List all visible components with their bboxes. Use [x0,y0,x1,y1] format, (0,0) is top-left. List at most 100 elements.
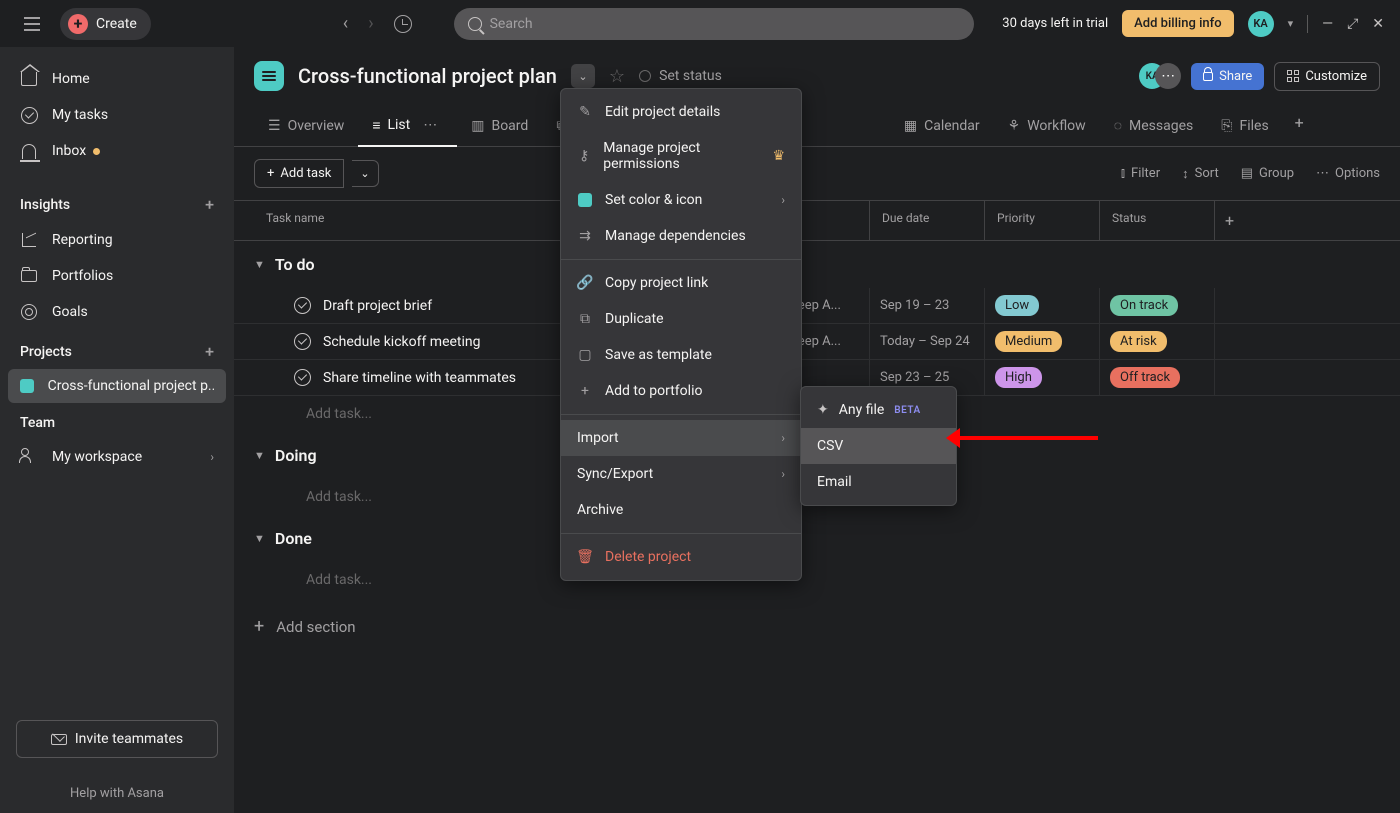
sidebar-portfolios[interactable]: Portfolios [0,258,234,294]
menu-permissions[interactable]: ⚷Manage project permissions♛ [561,130,801,182]
import-csv[interactable]: CSV [801,428,956,464]
tab-files[interactable]: ⎘Files [1207,105,1282,146]
sort-button[interactable]: ↕Sort [1182,166,1219,182]
share-button[interactable]: Share [1191,63,1264,90]
invite-button[interactable]: Invite teammates [16,720,218,758]
status-badge: At risk [1110,331,1167,352]
add-task-button[interactable]: + Add task [254,159,344,188]
import-email[interactable]: Email [801,464,956,500]
complete-toggle[interactable] [294,333,311,350]
section-done[interactable]: ▼Done [234,515,1400,562]
tab-messages[interactable]: ◌Messages [1100,105,1208,146]
collapse-icon[interactable]: ⤢ [1347,16,1358,32]
tab-list[interactable]: ≡List⋯ [358,105,457,147]
sidebar-goals[interactable]: Goals [0,294,234,330]
chevron-right-icon: › [210,450,214,464]
sidebar-label: Inbox [52,143,86,159]
star-icon[interactable]: ☆ [609,66,625,87]
tab-workflow[interactable]: ⚘Workflow [994,105,1100,146]
tab-overview[interactable]: ☰Overview [254,105,358,146]
calendar-icon: ▦ [904,118,917,134]
col-status: Status [1099,201,1214,240]
beta-badge: BETA [894,405,920,416]
home-icon [21,72,37,86]
add-tab[interactable]: + [1283,105,1316,146]
add-section-button[interactable]: +Add section [234,598,1400,655]
more-members[interactable]: ⋯ [1155,63,1181,89]
search-icon [468,17,482,31]
list-icon: ≡ [372,117,380,134]
task-row[interactable]: Schedule kickoff meeting arandeep A... T… [234,324,1400,360]
sidebar-inbox[interactable]: Inbox [0,133,234,169]
filter-button[interactable]: ⫾Filter [1121,166,1160,182]
add-column[interactable]: + [1214,201,1254,240]
user-avatar[interactable]: KA [1248,11,1274,37]
task-name: Draft project brief [323,298,432,314]
create-button[interactable]: + Create [60,8,151,40]
bell-icon [22,144,36,159]
sidebar-workspace[interactable]: My workspace› [0,439,234,475]
set-status-button[interactable]: Set status [639,68,722,84]
complete-toggle[interactable] [294,369,311,386]
tab-board[interactable]: ▥Board [457,105,542,146]
sidebar-label: Reporting [52,232,113,248]
back-button[interactable]: ‹ [343,13,348,34]
menu-color[interactable]: Set color & icon› [561,182,801,218]
tab-calendar[interactable]: ▦Calendar [890,105,994,146]
status-cell[interactable]: Off track [1099,360,1214,395]
help-link[interactable]: Help with Asana [0,774,234,813]
sidebar-home[interactable]: Home [0,61,234,97]
priority-cell[interactable]: High [984,360,1099,395]
sidebar-reporting[interactable]: Reporting [0,222,234,258]
menu-toggle[interactable] [16,8,48,40]
priority-cell[interactable]: Low [984,288,1099,323]
col-priority: Priority [984,201,1099,240]
team-header: Team [0,403,234,439]
menu-duplicate[interactable]: ⧉Duplicate [561,301,801,337]
close-icon[interactable]: ✕ [1372,16,1384,32]
menu-import[interactable]: Import› [561,420,801,456]
menu-template[interactable]: ▢Save as template [561,337,801,373]
due-cell[interactable]: Sep 19 – 23 [869,288,984,323]
project-menu-button[interactable]: ⌄ [571,64,595,88]
add-task-dropdown[interactable]: ⌄ [352,160,378,187]
add-task-inline[interactable]: Add task... [234,562,1400,598]
task-row[interactable]: Draft project brief arandeep A... Sep 19… [234,288,1400,324]
chevron-down-icon[interactable]: ▾ [1288,17,1294,30]
status-cell[interactable]: On track [1099,288,1214,323]
notification-dot [93,148,100,155]
menu-archive[interactable]: Archive [561,492,801,528]
forward-button[interactable]: › [368,13,373,34]
status-cell[interactable]: At risk [1099,324,1214,359]
search-input[interactable]: Search [454,8,974,40]
sidebar-project-item[interactable]: Cross-functional project p... [8,369,226,403]
customize-button[interactable]: Customize [1274,62,1380,91]
menu-sync-export[interactable]: Sync/Export› [561,456,801,492]
priority-cell[interactable]: Medium [984,324,1099,359]
section-todo[interactable]: ▼To do [234,241,1400,288]
billing-button[interactable]: Add billing info [1122,10,1233,37]
menu-dependencies[interactable]: ⇉Manage dependencies [561,218,801,254]
import-any-file[interactable]: ✦Any fileBETA [801,392,956,428]
add-project[interactable]: + [205,342,214,361]
tab-more-icon[interactable]: ⋯ [417,113,443,137]
chevron-right-icon: › [781,467,785,481]
grid-icon [1287,70,1299,82]
menu-portfolio[interactable]: +Add to portfolio [561,373,801,409]
status-badge: On track [1110,295,1178,316]
complete-toggle[interactable] [294,297,311,314]
status-dot-icon [639,70,651,82]
options-button[interactable]: ⋯Options [1316,166,1380,182]
menu-edit-details[interactable]: ✎Edit project details [561,94,801,130]
minimize-icon[interactable]: — [1322,16,1333,32]
sidebar-my-tasks[interactable]: My tasks [0,97,234,133]
menu-copy-link[interactable]: 🔗Copy project link [561,265,801,301]
group-button[interactable]: ▤Group [1241,166,1294,182]
priority-badge: Medium [995,331,1062,352]
due-cell[interactable]: Today – Sep 24 [869,324,984,359]
add-insight[interactable]: + [205,195,214,214]
tabs: ☰Overview ≡List⋯ ▥Board ⧉Time... ▦Calend… [234,91,1400,147]
history-icon[interactable] [394,15,412,33]
caret-down-icon: ▼ [254,449,265,462]
menu-delete[interactable]: 🗑Delete project [561,539,801,575]
